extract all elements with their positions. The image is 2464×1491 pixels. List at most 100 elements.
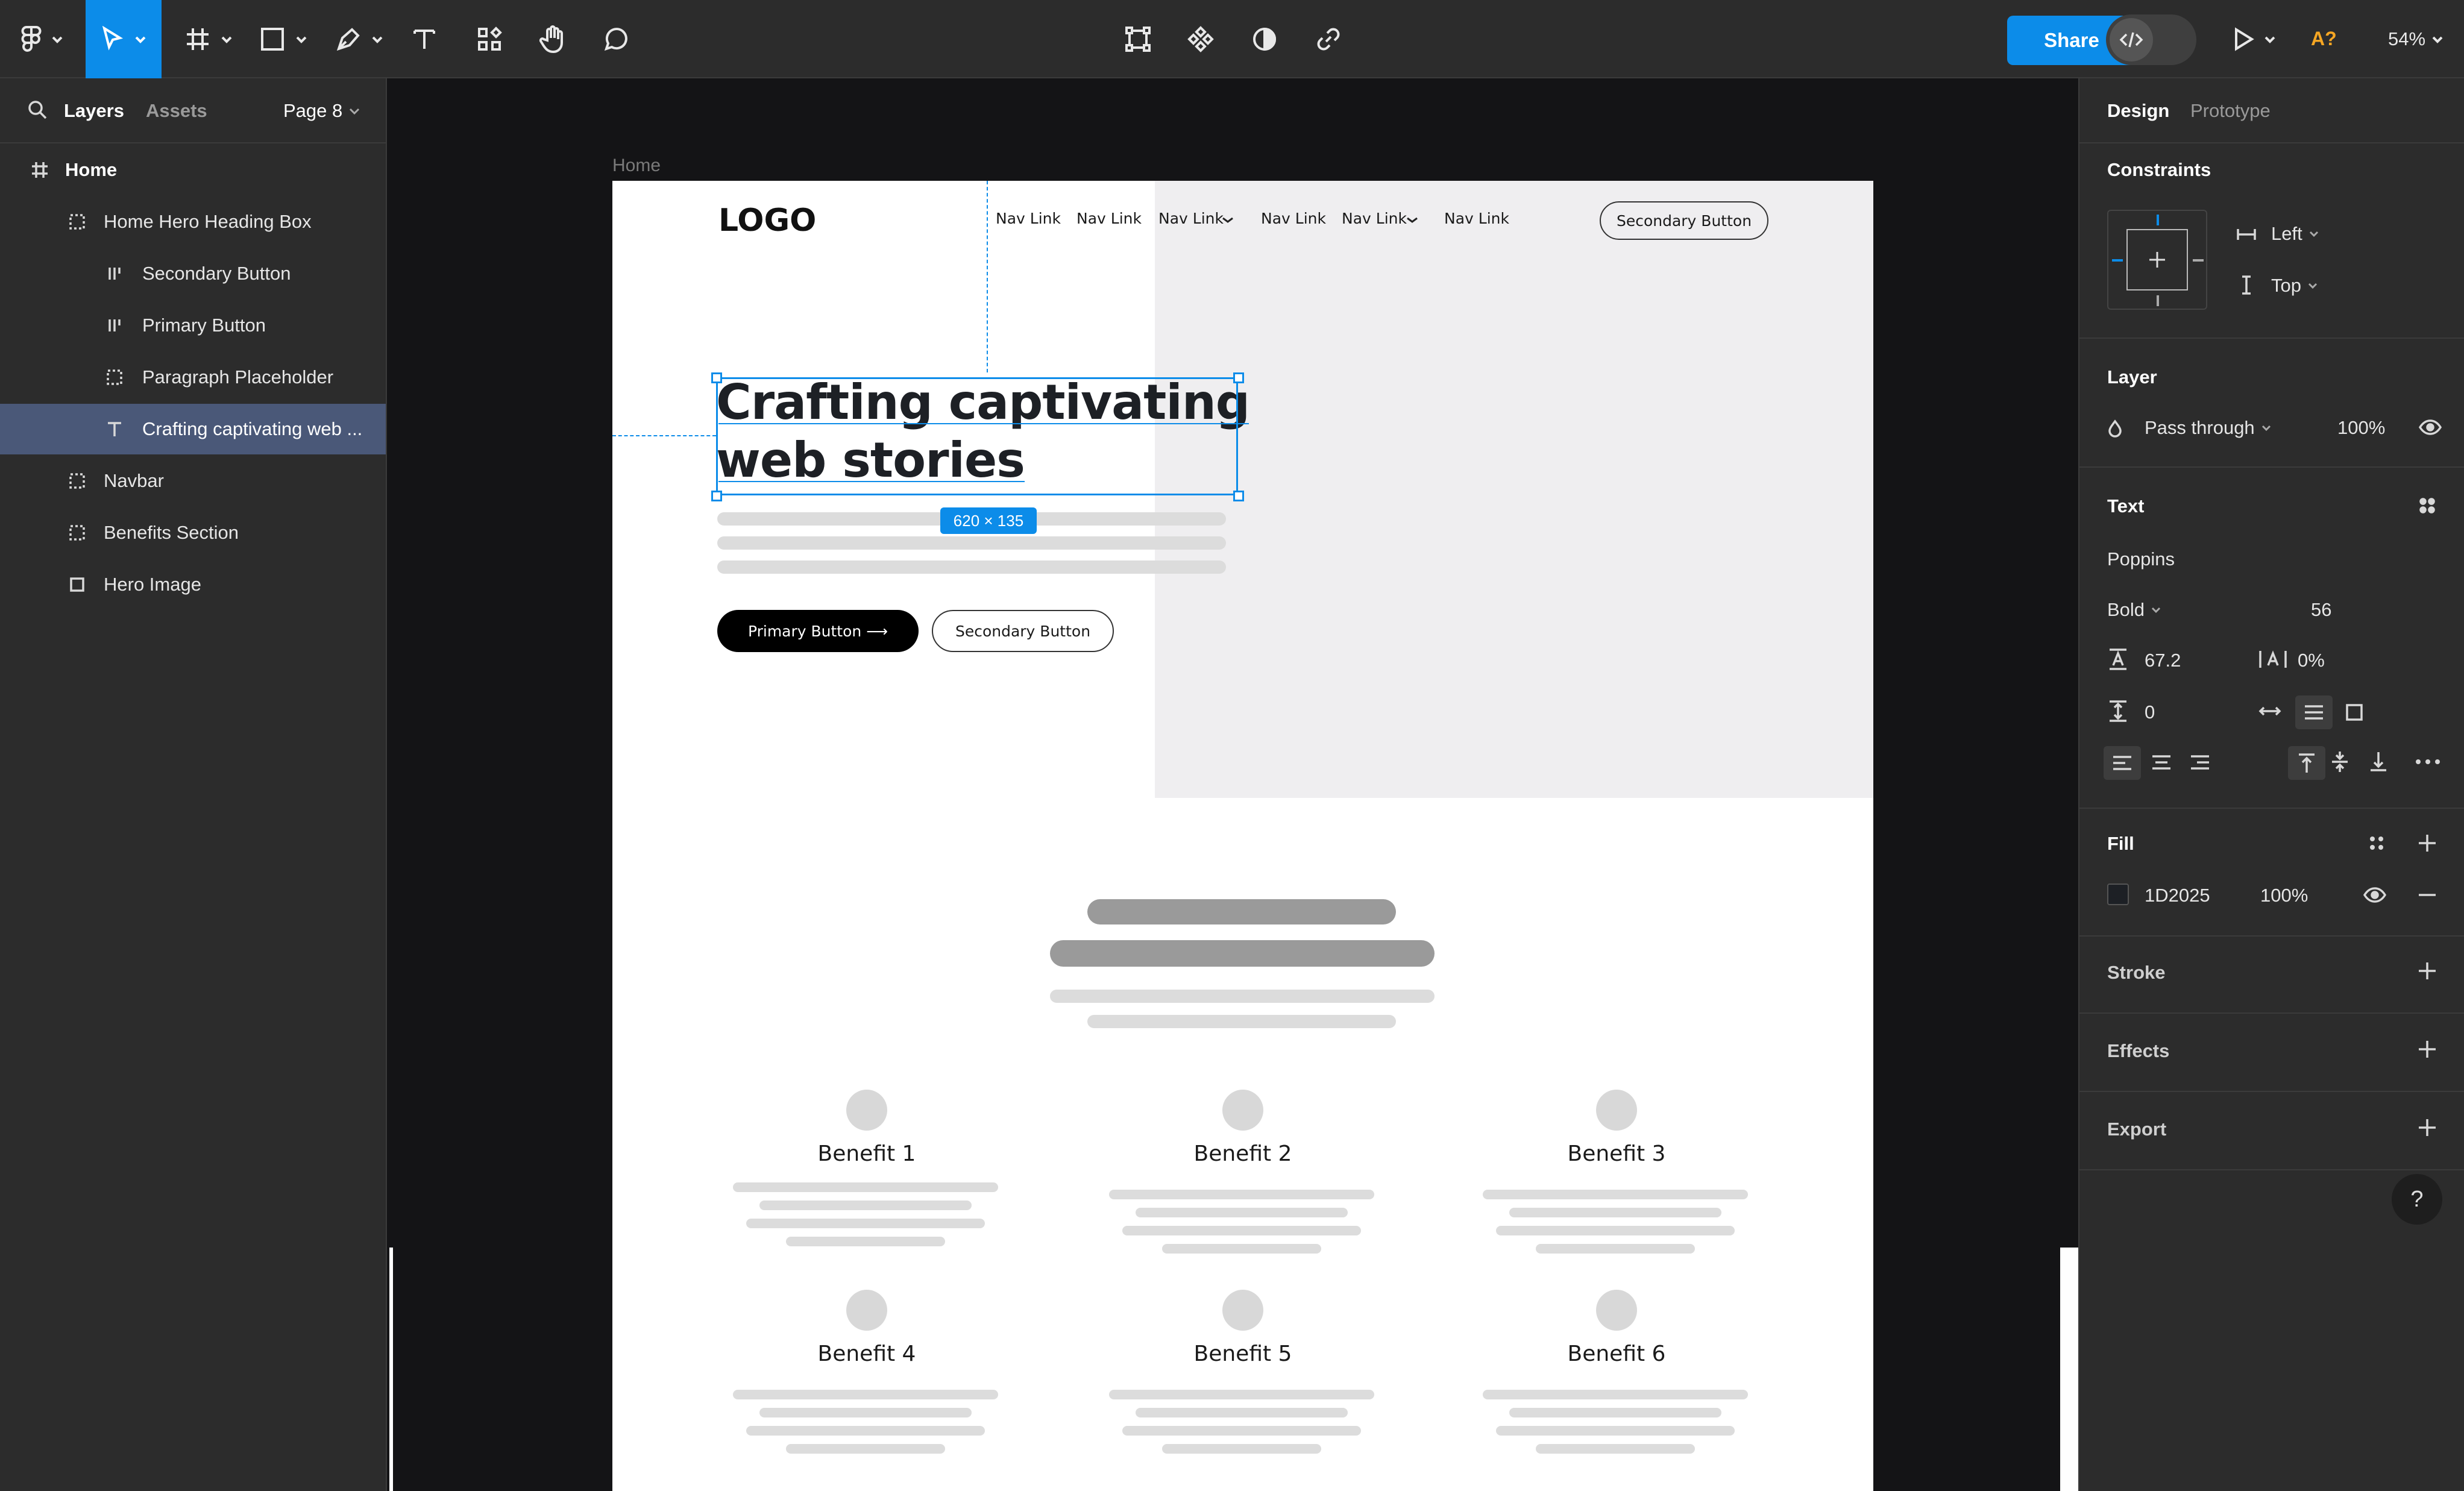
remove-fill-minus-icon[interactable]: [2417, 893, 2437, 897]
main-menu-button[interactable]: [12, 0, 72, 78]
benefit-icon-placeholder: [1596, 1290, 1637, 1331]
link-button[interactable]: [1309, 0, 1348, 78]
dev-mode-toggle[interactable]: [2106, 14, 2196, 65]
nav-link[interactable]: Nav Link: [1444, 210, 1509, 227]
tab-assets[interactable]: Assets: [146, 100, 207, 122]
align-right-icon[interactable]: [2189, 753, 2211, 771]
divider: [0, 142, 386, 143]
layer-secondary-button[interactable]: Secondary Button: [0, 248, 386, 299]
frame-tool-button[interactable]: [178, 0, 239, 78]
nav-link[interactable]: Nav Link: [996, 210, 1061, 227]
blend-mode-select[interactable]: Pass through: [2145, 417, 2272, 439]
fill-opacity-input[interactable]: 100%: [2260, 885, 2308, 906]
layer-opacity-input[interactable]: 100%: [2337, 417, 2385, 439]
section-eyebrow-placeholder: [1087, 899, 1396, 924]
align-bottom-icon[interactable]: [2369, 751, 2388, 773]
align-top-icon[interactable]: [2288, 746, 2325, 780]
resources-tool-button[interactable]: [470, 0, 509, 78]
secondary-button[interactable]: Secondary Button: [932, 610, 1114, 652]
hand-tool-button[interactable]: [533, 0, 571, 78]
top-constraint-pin[interactable]: [2157, 215, 2159, 225]
eye-icon[interactable]: [2418, 418, 2442, 436]
mask-button[interactable]: [1245, 0, 1284, 78]
move-tool-button[interactable]: [86, 0, 162, 78]
letter-spacing-input[interactable]: 0%: [2298, 650, 2325, 671]
left-constraint-pin[interactable]: [2112, 259, 2123, 262]
tab-design[interactable]: Design: [2107, 100, 2169, 122]
help-button[interactable]: ?: [2392, 1174, 2442, 1225]
benefit-line: [759, 1408, 972, 1417]
tab-prototype[interactable]: Prototype: [2190, 100, 2271, 122]
fill-hex-input[interactable]: 1D2025: [2145, 885, 2210, 906]
resize-handle[interactable]: [1233, 372, 1244, 383]
benefit-line: [1109, 1390, 1374, 1399]
pen-tool-button[interactable]: [329, 0, 389, 78]
export-title: Export: [2107, 1119, 2167, 1140]
primary-button[interactable]: Primary Button ⟶: [717, 610, 919, 652]
line-height-input[interactable]: 67.2: [2145, 650, 2181, 671]
create-component-button[interactable]: [1181, 0, 1220, 78]
eye-icon[interactable]: [2363, 886, 2387, 904]
chevron-down-icon: [2261, 424, 2272, 432]
text-styles-grid-icon[interactable]: [2418, 497, 2436, 515]
nav-link[interactable]: Nav Link: [1076, 210, 1142, 227]
vertical-constraint-select[interactable]: Top: [2271, 275, 2318, 297]
constraints-widget[interactable]: [2107, 210, 2207, 310]
auto-width-icon[interactable]: [2258, 703, 2282, 720]
text-tool-button[interactable]: [405, 0, 444, 78]
more-options-icon[interactable]: [2415, 758, 2441, 765]
missing-fonts-warning[interactable]: A?: [2311, 28, 2337, 50]
paragraph-spacing-icon: [2107, 699, 2129, 723]
horizontal-constraint-select[interactable]: Left: [2271, 223, 2319, 245]
nav-link[interactable]: Nav Link: [1342, 210, 1407, 227]
nav-secondary-button[interactable]: Secondary Button: [1600, 201, 1768, 240]
align-center-icon[interactable]: [2151, 753, 2172, 771]
group-dashed-icon: [68, 471, 87, 491]
add-effect-plus-icon[interactable]: [2417, 1039, 2437, 1059]
edit-object-button[interactable]: [1119, 0, 1157, 78]
fill-color-swatch[interactable]: [2107, 884, 2129, 905]
fixed-size-icon[interactable]: [2345, 703, 2364, 722]
benefit-icon-placeholder: [846, 1090, 887, 1131]
layer-home[interactable]: Home: [0, 145, 386, 195]
resize-handle[interactable]: [711, 372, 722, 383]
fill-styles-grid-icon[interactable]: [2368, 834, 2386, 852]
layer-hero-image[interactable]: Hero Image: [0, 559, 386, 610]
hero-image[interactable]: [1155, 181, 1873, 798]
font-family-select[interactable]: Poppins: [2107, 548, 2175, 570]
selection-box[interactable]: [716, 377, 1238, 495]
search-icon[interactable]: [27, 99, 48, 121]
nav-link[interactable]: Nav Link: [1261, 210, 1326, 227]
font-weight-select[interactable]: Bold: [2107, 599, 2161, 621]
add-export-plus-icon[interactable]: [2417, 1117, 2437, 1138]
add-fill-plus-icon[interactable]: [2417, 833, 2437, 853]
home-frame[interactable]: LOGO Nav Link Nav Link Nav Link Nav Link…: [612, 181, 1873, 1491]
constraints-title: Constraints: [2107, 159, 2211, 180]
resize-handle[interactable]: [1233, 491, 1244, 501]
align-middle-icon[interactable]: [2330, 750, 2349, 774]
add-stroke-plus-icon[interactable]: [2417, 961, 2437, 981]
present-button[interactable]: [2224, 0, 2284, 78]
paragraph-spacing-input[interactable]: 0: [2145, 702, 2155, 723]
auto-height-icon[interactable]: [2295, 695, 2333, 729]
shape-tool-button[interactable]: [253, 0, 313, 78]
right-constraint-pin[interactable]: [2193, 259, 2204, 262]
hand-icon: [539, 25, 565, 54]
align-left-icon[interactable]: [2104, 746, 2141, 780]
layer-benefits-section[interactable]: Benefits Section: [0, 507, 386, 558]
layer-paragraph-placeholder[interactable]: Paragraph Placeholder: [0, 352, 386, 403]
layer-home-hero-heading-box[interactable]: Home Hero Heading Box: [0, 196, 386, 247]
page-selector[interactable]: Page 8: [283, 100, 360, 122]
play-icon: [2233, 27, 2254, 51]
layer-navbar[interactable]: Navbar: [0, 456, 386, 506]
bottom-constraint-pin[interactable]: [2157, 295, 2159, 306]
tab-layers[interactable]: Layers: [64, 100, 124, 122]
font-size-input[interactable]: 56: [2311, 599, 2331, 621]
layer-primary-button[interactable]: Primary Button: [0, 300, 386, 351]
layer-crafting-heading-text[interactable]: Crafting captivating web ...: [0, 404, 386, 454]
nav-link[interactable]: Nav Link: [1158, 210, 1224, 227]
comment-tool-button[interactable]: [597, 0, 635, 78]
frame-label[interactable]: Home: [612, 155, 661, 176]
resize-handle[interactable]: [711, 491, 722, 501]
zoom-menu[interactable]: 54%: [2378, 0, 2453, 78]
